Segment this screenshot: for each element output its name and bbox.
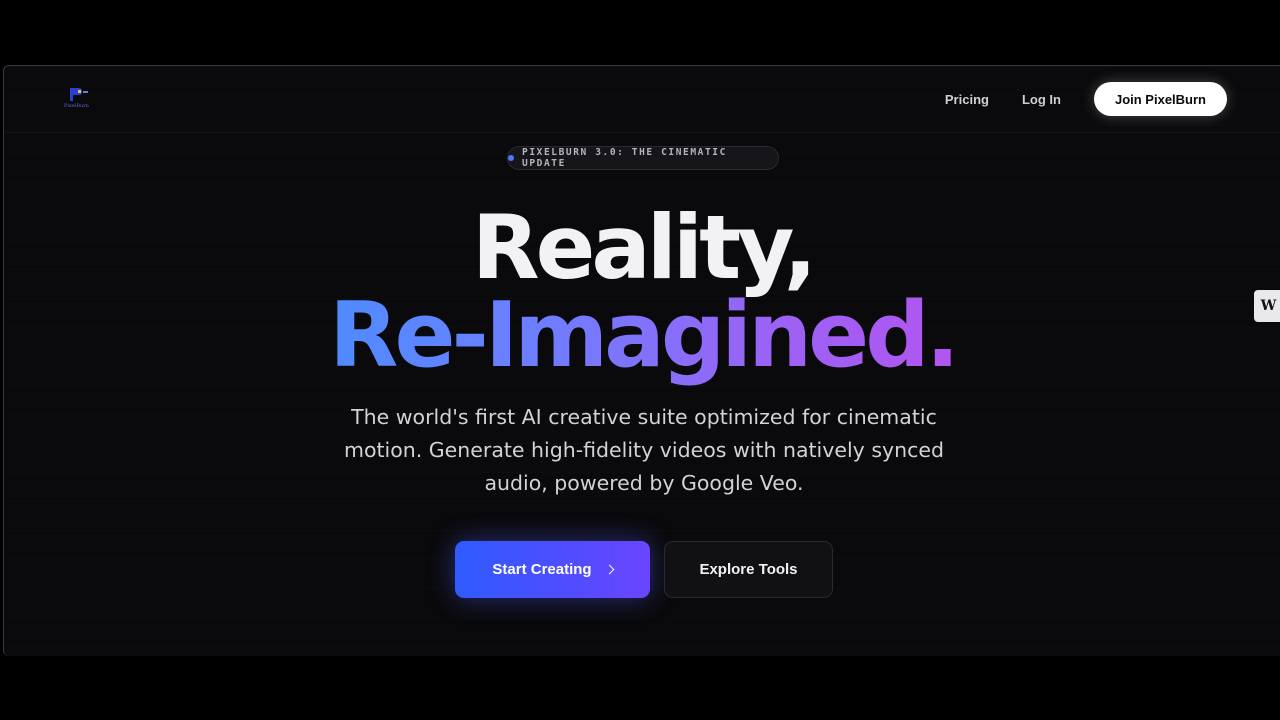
logo-wordmark: PixelBurn [64, 103, 89, 109]
join-button[interactable]: Join PixelBurn [1093, 82, 1227, 116]
explore-tools-button[interactable]: Explore Tools [664, 541, 833, 598]
screen: PixelBurn Pricing Log In Join PixelBurn … [0, 0, 1280, 720]
start-creating-button[interactable]: Start Creating [455, 541, 650, 598]
start-creating-label: Start Creating [492, 561, 592, 578]
widget-w-icon: W [1260, 298, 1277, 314]
update-badge: PIXELBURN 3.0: THE CINEMATIC UPDATE [507, 146, 779, 170]
brand-logo[interactable]: PixelBurn [64, 86, 92, 112]
logo-icon [70, 88, 88, 101]
headline-line-2: Re-Imagined. [4, 291, 1280, 381]
badge-text: PIXELBURN 3.0: THE CINEMATIC UPDATE [522, 147, 727, 169]
nav-login-link[interactable]: Log In [1022, 92, 1061, 107]
hero-description: The world's first AI creative suite opti… [343, 405, 945, 495]
web-page: PixelBurn Pricing Log In Join PixelBurn … [3, 65, 1280, 656]
top-navbar: PixelBurn Pricing Log In Join PixelBurn [4, 66, 1280, 133]
headline-line-1: Reality, [471, 196, 817, 299]
headline-gradient-text: Re-Imagined. [329, 283, 960, 388]
badge-dot-icon [508, 155, 514, 161]
nav-pricing-link[interactable]: Pricing [945, 92, 989, 107]
chevron-right-icon [604, 564, 615, 575]
side-widget-button[interactable]: W [1254, 290, 1280, 322]
nav-links: Pricing Log In Join PixelBurn [945, 82, 1227, 116]
